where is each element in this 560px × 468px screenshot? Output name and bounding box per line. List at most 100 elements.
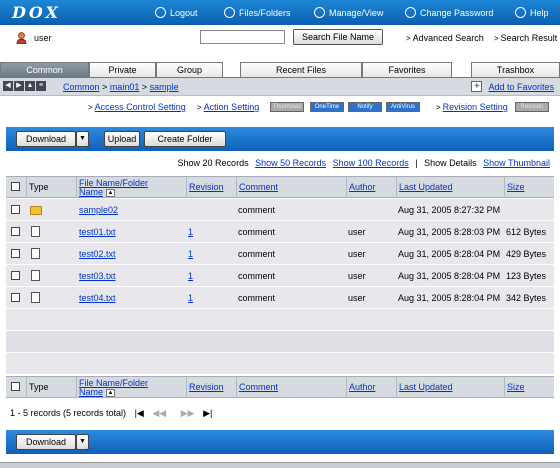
antivirus-badge[interactable]: AntiVirus [386, 102, 420, 112]
author-header[interactable]: Author [346, 177, 396, 198]
show-100-records-link[interactable]: Show 100 Records [333, 158, 409, 168]
arrow-icon: > [197, 103, 202, 112]
row-revision[interactable]: 1 [188, 287, 193, 309]
search-file-name-button[interactable]: Search File Name [293, 29, 383, 45]
back-icon[interactable]: ◀ [3, 81, 13, 91]
name-header[interactable]: File Name/Folder Name ▲ [76, 377, 186, 398]
row-revision[interactable]: 1 [188, 243, 193, 265]
last-updated-header[interactable]: Last Updated [396, 377, 504, 398]
row-checkbox[interactable] [11, 293, 20, 302]
tab-trashbox[interactable]: Trashbox [471, 62, 560, 78]
file-icon [31, 292, 40, 303]
revision-header[interactable]: Revision [186, 177, 236, 198]
arrow-icon: > [436, 103, 441, 112]
size-header[interactable]: Size [504, 377, 554, 398]
show-thumbnail-link[interactable]: Show Thumbnail [483, 158, 550, 168]
next-page-icon[interactable]: ▶▶ [181, 408, 195, 418]
file-icon-cell [31, 248, 40, 261]
up-folder-icon[interactable]: ▲ [25, 81, 35, 91]
row-revision[interactable]: 1 [188, 265, 193, 287]
help-link[interactable]: Help [515, 0, 549, 25]
manage-view-label: Manage/View [329, 7, 384, 18]
comment-header[interactable]: Comment [236, 177, 346, 198]
action-setting-link[interactable]: > Action Setting [197, 102, 259, 112]
upload-button[interactable]: Upload [104, 131, 140, 147]
change-password-link[interactable]: Change Password [405, 0, 494, 25]
show-50-records-link[interactable]: Show 50 Records [255, 158, 326, 168]
breadcrumb-item[interactable]: sample [150, 82, 179, 92]
row-name[interactable]: test01.txt [79, 221, 116, 243]
sort-asc-icon[interactable]: ▲ [106, 188, 116, 197]
row-updated: Aug 31, 2005 8:27:32 PM [398, 205, 501, 215]
power-icon [155, 7, 166, 18]
prev-page-icon[interactable]: ◀◀ [152, 408, 166, 418]
select-all-checkbox[interactable] [11, 182, 20, 191]
table-row[interactable]: test03.txt 1 comment user Aug 31, 2005 8… [6, 265, 554, 287]
tab-common[interactable]: Common [0, 62, 89, 78]
revision-badge[interactable]: Revision [515, 102, 549, 112]
row-checkbox-cell [11, 293, 20, 304]
row-name[interactable]: test02.txt [79, 243, 116, 265]
row-checkbox[interactable] [11, 271, 20, 280]
row-checkbox[interactable] [11, 227, 20, 236]
table-row[interactable]: test02.txt 1 comment user Aug 31, 2005 8… [6, 243, 554, 265]
tab-group[interactable]: Group [156, 62, 223, 78]
arrow-icon: > [88, 103, 93, 112]
row-updated: Aug 31, 2005 8:28:03 PM [398, 227, 501, 237]
add-to-favorites[interactable]: + Add to Favorites [471, 81, 554, 92]
download-button[interactable]: Download [16, 131, 76, 147]
forward-icon[interactable]: ▶ [14, 81, 24, 91]
last-page-icon[interactable]: ▶| [203, 408, 212, 418]
download-dropdown-arrow[interactable]: ▼ [76, 131, 89, 147]
revision-setting-link[interactable]: > Revision Setting [436, 102, 508, 112]
advanced-search-link[interactable]: > Advanced Search [406, 33, 484, 43]
onetime-badge[interactable]: OneTime [310, 102, 344, 112]
last-updated-header[interactable]: Last Updated [396, 177, 504, 198]
access-control-setting-link[interactable]: > Access Control Setting [88, 102, 186, 112]
select-all-checkbox[interactable] [11, 382, 20, 391]
size-header[interactable]: Size [504, 177, 554, 198]
thumbnail-badge[interactable]: Thumbnail [270, 102, 304, 112]
bottom-border [0, 462, 560, 468]
row-checkbox[interactable] [11, 249, 20, 258]
row-size: 123 Bytes [506, 271, 547, 281]
add-to-favorites-label: Add to Favorites [488, 81, 554, 92]
row-name[interactable]: test03.txt [79, 265, 116, 287]
search-result-link[interactable]: > Search Result [494, 33, 557, 43]
notify-badge[interactable]: Notify [348, 102, 382, 112]
row-checkbox[interactable] [11, 205, 20, 214]
comment-header-label: Comment [239, 182, 279, 192]
download-dropdown-arrow[interactable]: ▼ [76, 434, 89, 450]
table-row[interactable]: sample02 comment Aug 31, 2005 8:27:32 PM [6, 199, 554, 221]
revision-header[interactable]: Revision [186, 377, 236, 398]
tree-icon[interactable]: ≡ [36, 81, 46, 91]
table-row[interactable]: test04.txt 1 comment user Aug 31, 2005 8… [6, 287, 554, 309]
table-row[interactable]: test01.txt 1 comment user Aug 31, 2005 8… [6, 221, 554, 243]
tab-favorites[interactable]: Favorites [362, 62, 452, 78]
file-icon [31, 270, 40, 281]
first-page-icon[interactable]: |◀ [135, 408, 144, 418]
row-name[interactable]: test04.txt [79, 287, 116, 309]
download-button[interactable]: Download [16, 434, 76, 450]
comment-header[interactable]: Comment [236, 377, 346, 398]
manage-view-link[interactable]: Manage/View [314, 0, 383, 25]
file-icon [31, 226, 40, 237]
search-input[interactable] [200, 30, 285, 44]
row-name[interactable]: sample02 [79, 199, 118, 221]
create-folder-button[interactable]: Create Folder [144, 131, 226, 147]
logout-link[interactable]: Logout [155, 0, 198, 25]
row-checkbox-cell [11, 205, 20, 216]
breadcrumb-item[interactable]: Common [63, 82, 100, 92]
tab-private[interactable]: Private [89, 62, 156, 78]
row-checkbox-cell [11, 249, 20, 260]
breadcrumb-item[interactable]: main01 [110, 82, 140, 92]
name-header[interactable]: File Name/Folder Name ▲ [76, 177, 186, 198]
top-bar: DOX Logout Files/Folders Manage/View Cha… [0, 0, 560, 25]
arrow-icon: > [406, 34, 411, 43]
author-header[interactable]: Author [346, 377, 396, 398]
tab-bar: Common Private Group Recent Files Favori… [0, 62, 560, 78]
files-folders-link[interactable]: Files/Folders [224, 0, 291, 25]
tab-recent-files[interactable]: Recent Files [240, 62, 362, 78]
sort-asc-icon[interactable]: ▲ [106, 388, 116, 397]
row-revision[interactable]: 1 [188, 221, 193, 243]
